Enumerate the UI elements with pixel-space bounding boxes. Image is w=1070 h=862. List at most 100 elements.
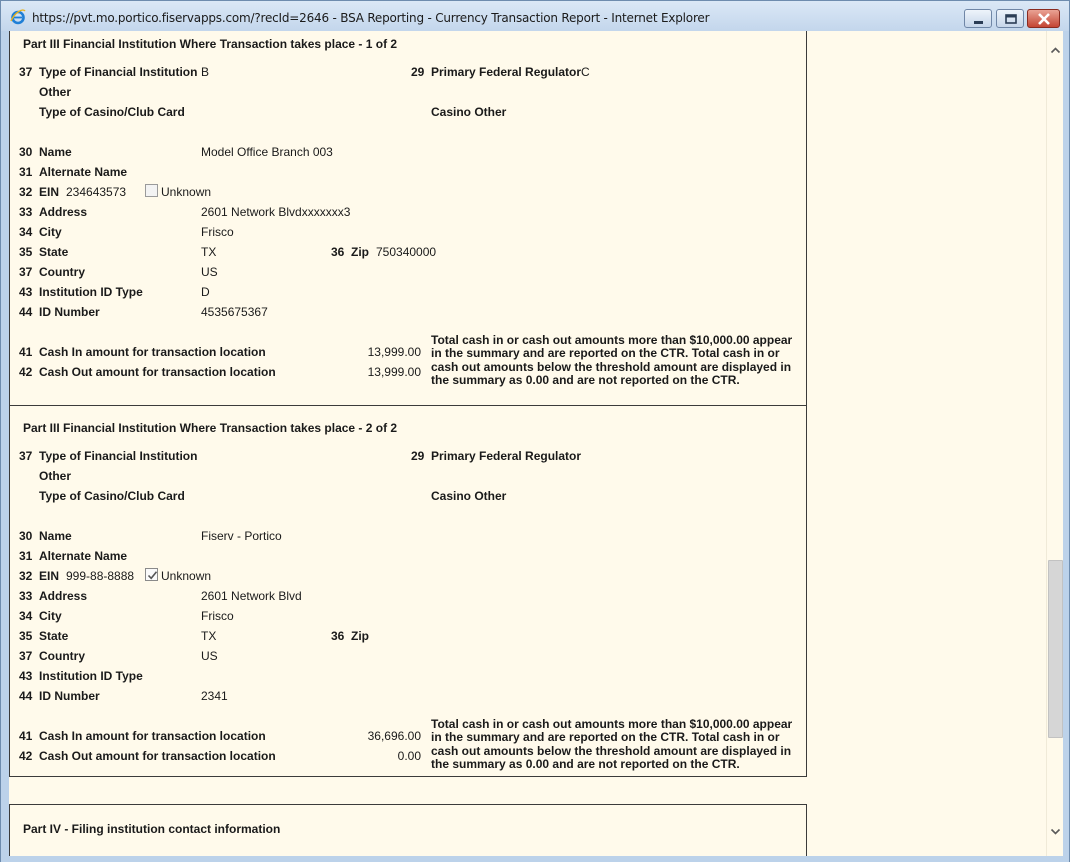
field-number: 37: [19, 649, 33, 663]
casino-other-label: Casino Other: [431, 489, 507, 503]
close-icon: [1038, 13, 1050, 25]
country-value: US: [201, 265, 218, 279]
scrollbar-thumb[interactable]: [1048, 560, 1063, 738]
cash-out-label: Cash Out amount for transaction location: [39, 365, 276, 379]
field-number: 32: [19, 569, 33, 583]
maximize-button[interactable]: [996, 9, 1024, 28]
name-value: Fiserv - Portico: [201, 529, 282, 543]
ein-label: EIN: [39, 185, 60, 199]
ein-label: EIN: [39, 569, 60, 583]
field-number: 36: [331, 629, 345, 643]
field-number: 34: [19, 609, 33, 623]
browser-window: https://pvt.mo.portico.fiservapps.com/?r…: [0, 0, 1070, 862]
country-value: US: [201, 649, 218, 663]
state-label: State: [39, 245, 69, 259]
field-number: 29: [411, 449, 425, 463]
ein-unknown-checkbox[interactable]: [145, 184, 158, 197]
field-number: 42: [19, 365, 33, 379]
country-label: Country: [39, 649, 85, 663]
section-heading: Part III Financial Institution Where Tra…: [23, 37, 398, 51]
type-fin-inst-label: Type of Financial Institution: [39, 449, 198, 463]
field-number: 37: [19, 65, 33, 79]
state-value: TX: [201, 245, 217, 259]
city-value: Frisco: [201, 225, 234, 239]
type-fin-inst-label: Type of Financial Institution: [39, 65, 198, 79]
title-bar[interactable]: https://pvt.mo.portico.fiservapps.com/?r…: [1, 1, 1069, 31]
field-number: 31: [19, 549, 33, 563]
other-label: Other: [39, 469, 72, 483]
cash-in-value: 36,696.00: [367, 729, 421, 743]
field-number: 30: [19, 145, 33, 159]
close-button[interactable]: [1027, 9, 1060, 28]
field-number: 33: [19, 205, 33, 219]
ein-value: 234643573: [66, 185, 127, 199]
city-label: City: [39, 609, 62, 623]
cash-out-value: 0.00: [397, 749, 421, 763]
cash-in-value: 13,999.00: [367, 345, 421, 359]
restore-icon: [1005, 14, 1017, 24]
country-label: Country: [39, 265, 85, 279]
unknown-label: Unknown: [161, 569, 212, 583]
address-value: 2601 Network Blvdxxxxxxx3: [201, 205, 351, 219]
other-label: Other: [39, 85, 72, 99]
field-number: 33: [19, 589, 33, 603]
institution-id-type-value: D: [201, 285, 210, 299]
id-number-label: ID Number: [39, 689, 100, 703]
id-number-label: ID Number: [39, 305, 100, 319]
name-label: Name: [39, 529, 72, 543]
zip-label: Zip: [351, 245, 369, 259]
cash-out-value: 13,999.00: [367, 365, 421, 379]
type-fin-inst-value: B: [201, 65, 210, 79]
alternate-name-label: Alternate Name: [39, 165, 128, 179]
state-label: State: [39, 629, 69, 643]
threshold-note: Total cash in or cash out amounts more t…: [431, 333, 793, 388]
section-heading: Part IV - Filing institution contact inf…: [23, 822, 281, 836]
field-number: 35: [19, 629, 33, 643]
checkmark-icon: [147, 571, 158, 580]
field-number: 43: [19, 669, 33, 683]
field-number: 44: [19, 689, 33, 703]
field-number: 35: [19, 245, 33, 259]
window-bottom-border: [1, 856, 1069, 862]
address-value: 2601 Network Blvd: [201, 589, 302, 603]
address-label: Address: [39, 589, 88, 603]
minimize-button[interactable]: [964, 9, 992, 28]
id-number-value: 2341: [201, 689, 228, 703]
city-value: Frisco: [201, 609, 234, 623]
scroll-up-icon[interactable]: [1050, 45, 1061, 56]
alternate-name-label: Alternate Name: [39, 549, 128, 563]
field-number: 44: [19, 305, 33, 319]
institution-id-type-label: Institution ID Type: [39, 285, 143, 299]
section-part3-1: Part III Financial Institution Where Tra…: [9, 31, 807, 417]
city-label: City: [39, 225, 62, 239]
casino-card-label: Type of Casino/Club Card: [39, 105, 185, 119]
section-part4: Part IV - Filing institution contact inf…: [9, 804, 807, 856]
name-label: Name: [39, 145, 72, 159]
threshold-note: Total cash in or cash out amounts more t…: [431, 717, 793, 772]
zip-label: Zip: [351, 629, 369, 643]
cash-out-label: Cash Out amount for transaction location: [39, 749, 276, 763]
name-value: Model Office Branch 003: [201, 145, 333, 159]
id-number-value: 4535675367: [201, 305, 268, 319]
scroll-down-icon[interactable]: [1050, 826, 1061, 837]
ein-unknown-checkbox[interactable]: [145, 568, 158, 581]
institution-id-type-label: Institution ID Type: [39, 669, 143, 683]
unknown-label: Unknown: [161, 185, 212, 199]
cash-in-label: Cash In amount for transaction location: [39, 345, 266, 359]
field-number: 31: [19, 165, 33, 179]
report-content: Part III Financial Institution Where Tra…: [9, 31, 1063, 856]
ein-value: 999-88-8888: [66, 569, 135, 583]
field-number: 41: [19, 729, 33, 743]
zip-value: 750340000: [376, 245, 437, 259]
window-title: https://pvt.mo.portico.fiservapps.com/?r…: [32, 11, 710, 25]
field-number: 42: [19, 749, 33, 763]
state-value: TX: [201, 629, 217, 643]
address-label: Address: [39, 205, 88, 219]
field-number: 37: [19, 449, 33, 463]
section-part3-2: Part III Financial Institution Where Tra…: [9, 405, 807, 777]
minimize-icon: [974, 21, 983, 24]
section-heading: Part III Financial Institution Where Tra…: [23, 421, 398, 435]
vertical-scrollbar[interactable]: [1046, 31, 1063, 856]
field-number: 36: [331, 245, 345, 259]
casino-other-label: Casino Other: [431, 105, 507, 119]
